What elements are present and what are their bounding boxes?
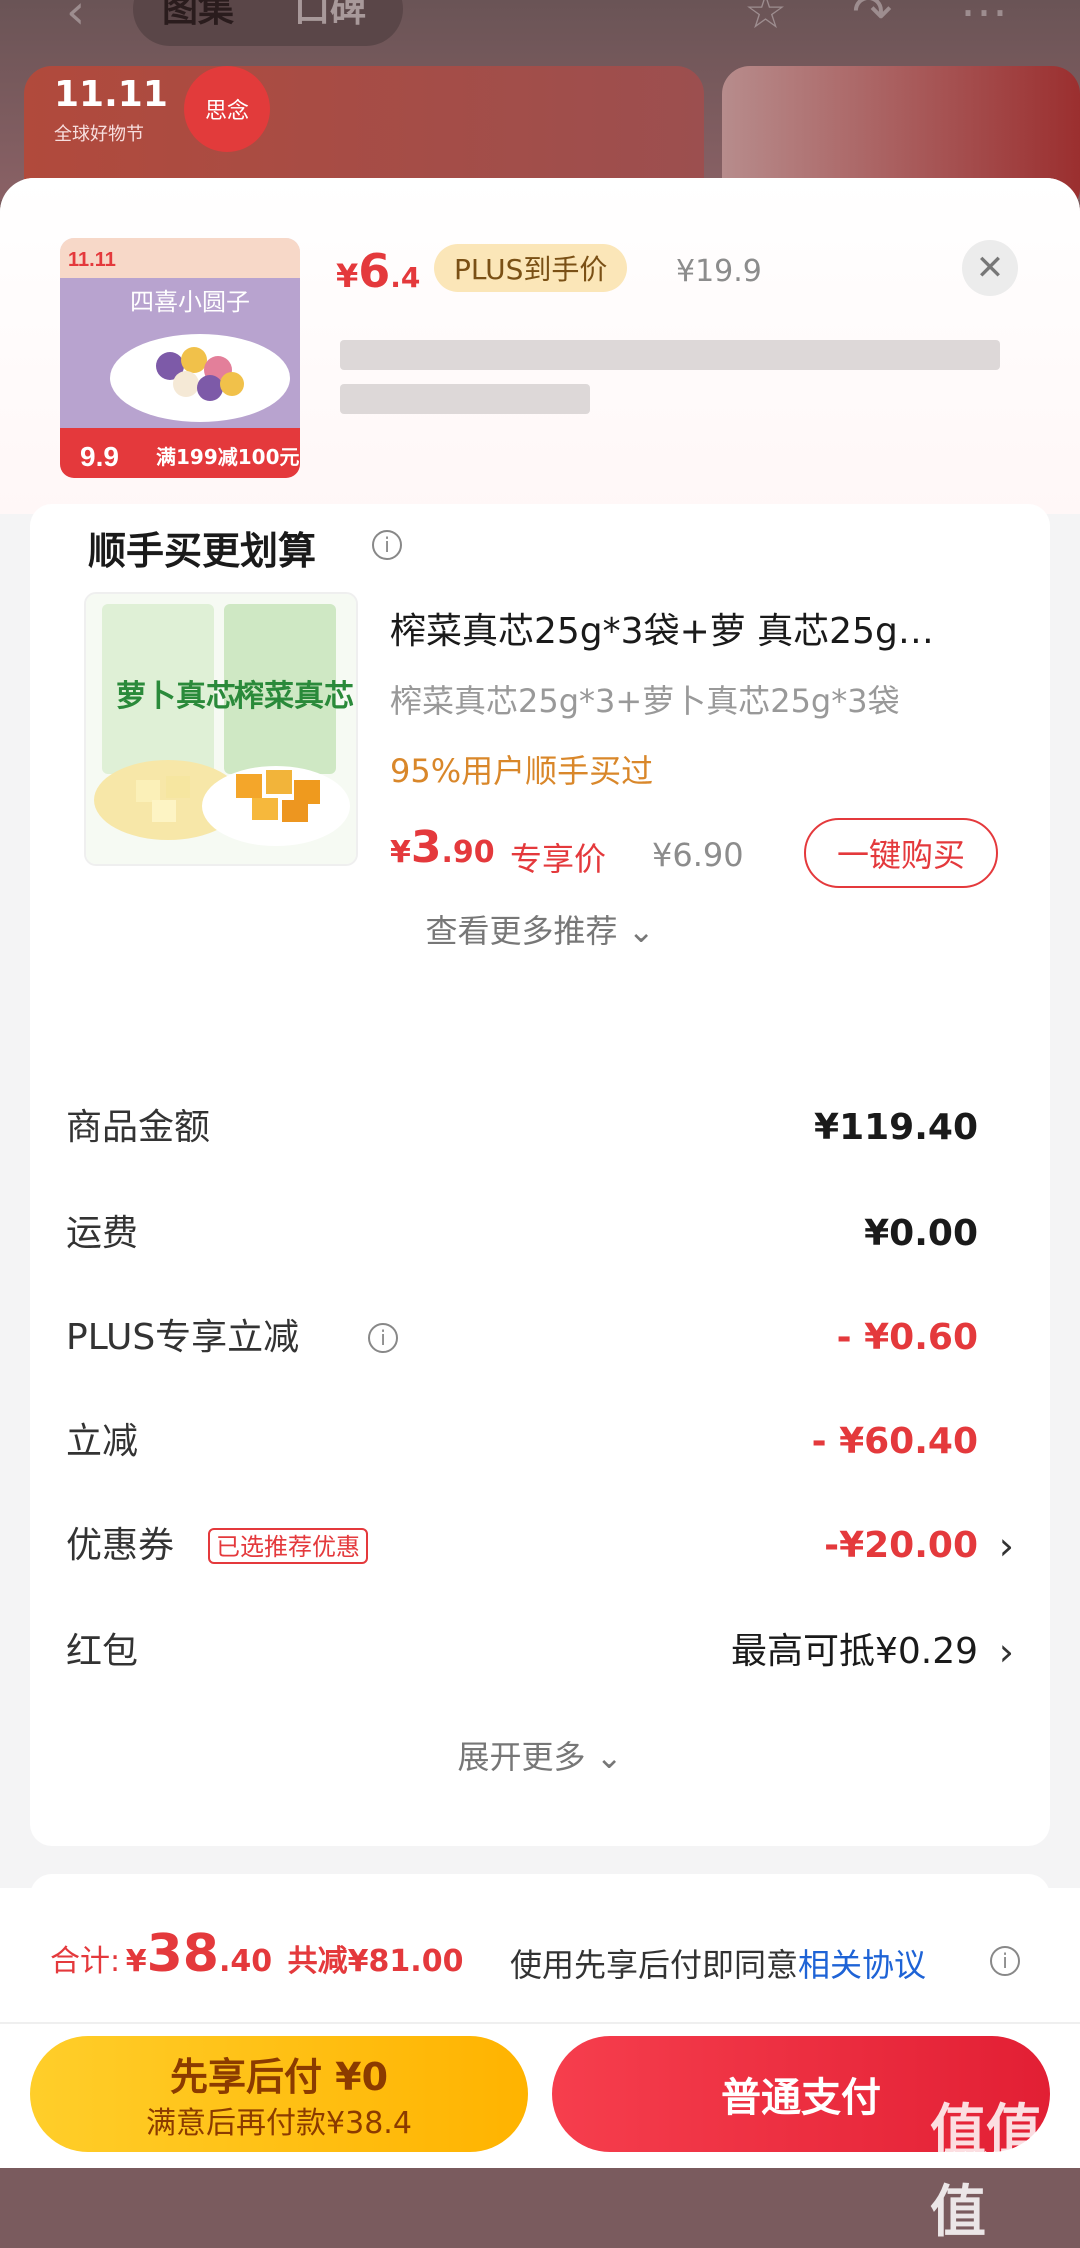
bg-tab-gallery: 图集 (162, 0, 235, 30)
chevron-down-icon: ⌄ (627, 912, 655, 950)
svg-text:11.11: 11.11 (68, 249, 116, 271)
recommended-item-image[interactable]: 萝卜真芯 榨菜真芯 (84, 592, 358, 866)
one-click-buy-button[interactable]: 一键购买 (804, 818, 998, 888)
close-button[interactable]: ✕ (962, 240, 1018, 296)
original-price: ¥19.9 (676, 254, 762, 289)
product-price: ¥6.4 (336, 244, 421, 298)
checkout-bottom-bar: 合计: ¥38.40 共减¥81.00 使用先享后付即同意相关协议 i 先享后付… (0, 1888, 1080, 2168)
thumb-price-tag: 9.9 (80, 441, 119, 472)
recommendation-title: 顺手买更划算 (88, 529, 317, 573)
chevron-right-icon: › (998, 1630, 1014, 1674)
bg-banner-logo: 11.11 (54, 74, 168, 115)
summary-row-coupon[interactable]: 优惠券 已选推荐优惠 -¥20.00 › (66, 1516, 1014, 1576)
checkout-sheet: 11.11 四喜小圆子 9.9 满199减100元 ¥6.4 PLUS到手价 ¥… (0, 178, 1080, 2168)
img-label-right: 榨菜真芯 (234, 679, 354, 714)
plus-discount-info-icon[interactable]: i (368, 1323, 398, 1353)
bg-banner-subtitle: 全球好物节 (54, 124, 144, 145)
chevron-down-icon: ⌄ (595, 1738, 623, 1776)
view-more-recommendations[interactable]: 查看更多推荐 ⌄ (30, 906, 1050, 952)
bg-brand-badge: 思念 (184, 66, 270, 152)
share-icon: ↷ (852, 0, 893, 40)
site-watermark-url: zhizhizhi.com (936, 2150, 1031, 2166)
recommended-item-spec: 榨菜真芯25g*3+萝卜真芯25g*3袋 (390, 682, 900, 720)
back-icon: ‹ (66, 0, 86, 40)
chevron-right-icon: › (998, 1524, 1014, 1568)
recommended-item-social-proof: 95%用户顺手买过 (390, 752, 654, 790)
order-total: 合计: ¥38.40 共减¥81.00 (50, 1924, 464, 1984)
more-icon: ⋯ (960, 0, 1008, 40)
site-watermark: 值值值 (930, 2099, 1042, 2245)
product-thumbnail: 11.11 四喜小圆子 9.9 满199减100元 (60, 238, 300, 478)
pay-later-button[interactable]: 先享后付 ¥0 满意后再付款¥38.4 (30, 2036, 528, 2152)
summary-row-goods-amount: 商品金额 ¥119.40 (66, 1107, 978, 1148)
summary-row-plus-discount: PLUS专享立减 i - ¥0.60 (66, 1317, 978, 1358)
blurred-product-title-2 (340, 384, 590, 414)
plus-price-badge: PLUS到手价 (434, 244, 628, 292)
agreement-text: 使用先享后付即同意相关协议 (510, 1946, 927, 1984)
bg-tab-reviews: 口碑 (294, 0, 367, 30)
price-summary-card: 商品金额 ¥119.40 运费 ¥0.00 PLUS专享立减 i - ¥0.60… (30, 1072, 1050, 1846)
summary-row-red-packet[interactable]: 红包 最高可抵¥0.29 › (66, 1622, 1014, 1682)
agreement-info-icon[interactable]: i (990, 1946, 1020, 1976)
close-icon: ✕ (975, 248, 1005, 288)
info-icon[interactable]: i (372, 530, 402, 560)
summary-row-instant-discount: 立减 - ¥60.40 (66, 1421, 978, 1462)
favorite-star-icon: ☆ (744, 0, 788, 40)
exclusive-price-label: 专享价 (510, 840, 607, 878)
thumb-promo: 满199减100元 (156, 445, 300, 469)
recommended-item-price: ¥3.90 (390, 822, 495, 873)
thumb-title: 四喜小圆子 (130, 288, 250, 316)
recommended-item-name[interactable]: 榨菜真芯25g*3袋+萝 真芯25g… (390, 602, 1030, 654)
summary-row-shipping: 运费 ¥0.00 (66, 1213, 978, 1254)
coupon-selected-tag: 已选推荐优惠 (208, 1528, 368, 1564)
agreement-link[interactable]: 相关协议 (798, 1946, 926, 1984)
divider (0, 2022, 1080, 2024)
img-label-left: 萝卜真芯 (116, 679, 236, 714)
total-discount: 共减¥81.00 (287, 1944, 464, 1979)
expand-more[interactable]: 展开更多 ⌄ (30, 1732, 1050, 1778)
recommended-item-original-price: ¥6.90 (652, 836, 744, 874)
blurred-product-title (340, 340, 1000, 370)
